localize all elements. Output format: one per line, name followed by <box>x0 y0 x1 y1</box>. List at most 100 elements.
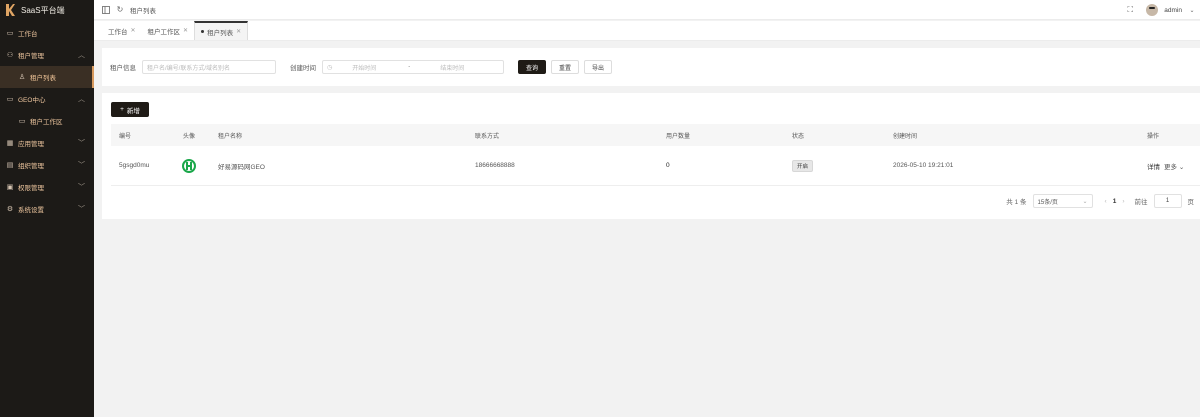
sidebar-item-label: 租户工作区 <box>30 116 63 126</box>
sidebar-item-label: 租户列表 <box>30 72 56 82</box>
brand[interactable]: SaaS平台端 <box>0 0 94 20</box>
grid-icon: ▦ <box>6 139 14 147</box>
tenant-search-placeholder: 租户名/编号/联系方式/域名别名 <box>147 63 230 72</box>
goto-label: 前往 <box>1135 196 1148 206</box>
fullscreen-icon[interactable]: ⛶ <box>1126 6 1134 14</box>
lock-icon: ▣ <box>6 183 14 191</box>
page-size-value: 15条/页 <box>1038 197 1058 206</box>
avatar[interactable] <box>1146 4 1158 16</box>
sidebar-item-label: 租户管理 <box>18 50 44 60</box>
detail-link[interactable]: 详情 <box>1147 161 1160 171</box>
filter-panel: 租户信息 租户名/编号/联系方式/域名别名 创建时间 ◷ 开始时间 - 结束时间… <box>102 48 1200 86</box>
goto-page-input[interactable]: 1 <box>1154 194 1182 208</box>
close-icon[interactable]: ✕ <box>236 28 241 35</box>
goto-page-value: 1 <box>1166 198 1169 204</box>
tenant-search-input[interactable]: 租户名/编号/联系方式/域名别名 <box>142 60 276 74</box>
column-header-avatar: 头像 <box>183 124 195 146</box>
brand-logo-icon <box>6 4 15 16</box>
tab-bar: 工作台 ✕ 租户工作区 ✕ 租户列表 ✕ <box>94 21 1200 41</box>
sidebar-item-permission-management[interactable]: ▣ 权限管理 ﹀ <box>0 176 94 198</box>
clock-icon: ◷ <box>327 64 332 71</box>
cell-id: 5gsgd0mu <box>119 146 149 185</box>
sidebar: SaaS平台端 ▭ 工作台 ⚇ 租户管理 ︿ ♙ 租户列表 ▭ GEO中心 ︿ … <box>0 0 94 417</box>
chevron-down-icon: ﹀ <box>78 160 85 170</box>
cell-user-count: 0 <box>666 146 670 185</box>
tenant-logo-icon <box>181 146 197 185</box>
sidebar-item-app-management[interactable]: ▦ 应用管理 ﹀ <box>0 132 94 154</box>
sidebar-menu: ▭ 工作台 ⚇ 租户管理 ︿ ♙ 租户列表 ▭ GEO中心 ︿ ▭ 租户工作区 … <box>0 22 94 220</box>
chevron-down-icon: ⌄ <box>1083 198 1088 205</box>
more-label: 更多 <box>1164 164 1177 171</box>
table-header: 编号 头像 租户名称 联系方式 用户数量 状态 创建时间 操作 <box>111 124 1200 146</box>
close-icon[interactable]: ✕ <box>131 27 136 34</box>
cell-actions: 详情 更多 ⌄ <box>1147 146 1184 185</box>
chevron-down-icon: ⌄ <box>1179 164 1184 171</box>
user-icon: ♙ <box>18 73 26 81</box>
end-time-placeholder[interactable]: 结束时间 <box>440 63 464 72</box>
page-number[interactable]: 1 <box>1113 198 1117 205</box>
refresh-icon[interactable]: ↻ <box>116 6 124 14</box>
more-dropdown[interactable]: 更多 ⌄ <box>1164 161 1184 171</box>
column-header-created: 创建时间 <box>893 124 917 146</box>
page-suffix: 页 <box>1188 196 1195 206</box>
range-separator: - <box>408 64 410 70</box>
query-button[interactable]: 查询 <box>518 60 546 74</box>
sidebar-item-label: 组织管理 <box>18 160 44 170</box>
org-icon: ▤ <box>6 161 14 169</box>
cell-created-time: 2026-05-10 19:21:01 <box>893 146 953 185</box>
sidebar-item-label: 应用管理 <box>18 138 44 148</box>
plus-icon: + <box>120 106 124 113</box>
cell-contact: 18666668888 <box>475 146 515 185</box>
column-header-contact: 联系方式 <box>475 124 499 146</box>
sidebar-item-label: 工作台 <box>18 28 38 38</box>
geo-icon: ▭ <box>6 95 14 103</box>
sidebar-item-tenant-workspace[interactable]: ▭ 租户工作区 <box>0 110 94 132</box>
users-icon: ⚇ <box>6 51 14 59</box>
add-button[interactable]: + 新增 <box>111 102 149 117</box>
chevron-down-icon: ﹀ <box>78 138 85 148</box>
app-title: SaaS平台端 <box>21 5 65 16</box>
chevron-up-icon: ︿ <box>78 50 85 60</box>
tenant-info-label: 租户信息 <box>110 62 136 72</box>
topbar: ↻ 租户列表 ⛶ admin ⌄ <box>94 0 1200 20</box>
sidebar-item-tenant-list[interactable]: ♙ 租户列表 <box>0 66 94 88</box>
prev-page-icon[interactable]: ‹ <box>1105 198 1107 205</box>
sidebar-item-system-settings[interactable]: ⚙ 系统设置 ﹀ <box>0 198 94 220</box>
breadcrumb: 租户列表 <box>130 5 156 15</box>
chevron-down-icon[interactable]: ⌄ <box>1188 6 1196 14</box>
start-time-placeholder[interactable]: 开始时间 <box>352 63 392 72</box>
tab-workbench[interactable]: 工作台 ✕ <box>102 21 142 40</box>
column-header-users: 用户数量 <box>666 124 690 146</box>
sidebar-item-workbench[interactable]: ▭ 工作台 <box>0 22 94 44</box>
sidebar-item-label: 权限管理 <box>18 182 44 192</box>
next-page-icon[interactable]: › <box>1122 198 1124 205</box>
topbar-right: ⛶ admin ⌄ <box>1126 0 1200 20</box>
column-header-id: 编号 <box>119 124 131 146</box>
user-name[interactable]: admin <box>1164 7 1182 14</box>
column-header-status: 状态 <box>792 124 804 146</box>
reset-button[interactable]: 重置 <box>551 60 579 74</box>
tab-label: 工作台 <box>108 26 128 36</box>
date-range-picker[interactable]: ◷ 开始时间 - 结束时间 <box>322 60 504 74</box>
column-header-actions: 操作 <box>1147 124 1159 146</box>
status-badge: 开启 <box>792 160 813 172</box>
sidebar-item-tenant-management[interactable]: ⚇ 租户管理 ︿ <box>0 44 94 66</box>
add-button-label: 新增 <box>127 105 140 115</box>
monitor-icon: ▭ <box>6 29 14 37</box>
table-row: 5gsgd0mu 好易源码网GEO 18666668888 0 开启 2026-… <box>111 146 1200 186</box>
chevron-up-icon: ︿ <box>78 94 85 104</box>
sidebar-item-geo-center[interactable]: ▭ GEO中心 ︿ <box>0 88 94 110</box>
page-size-select[interactable]: 15条/页 ⌄ <box>1033 194 1093 208</box>
collapse-sidebar-icon[interactable] <box>102 6 110 14</box>
chevron-down-icon: ﹀ <box>78 182 85 192</box>
tab-tenant-list[interactable]: 租户列表 ✕ <box>194 21 248 40</box>
tab-label: 租户列表 <box>207 27 233 37</box>
sidebar-item-org-management[interactable]: ▤ 组织管理 ﹀ <box>0 154 94 176</box>
export-button[interactable]: 导出 <box>584 60 612 74</box>
pagination: 共 1 条 15条/页 ⌄ ‹ 1 › 前往 1 页 <box>1006 193 1200 209</box>
sidebar-item-label: 系统设置 <box>18 204 44 214</box>
close-icon[interactable]: ✕ <box>183 27 188 34</box>
gear-icon: ⚙ <box>6 205 14 213</box>
tab-tenant-workspace[interactable]: 租户工作区 ✕ <box>142 21 195 40</box>
active-dot-icon <box>201 30 204 33</box>
